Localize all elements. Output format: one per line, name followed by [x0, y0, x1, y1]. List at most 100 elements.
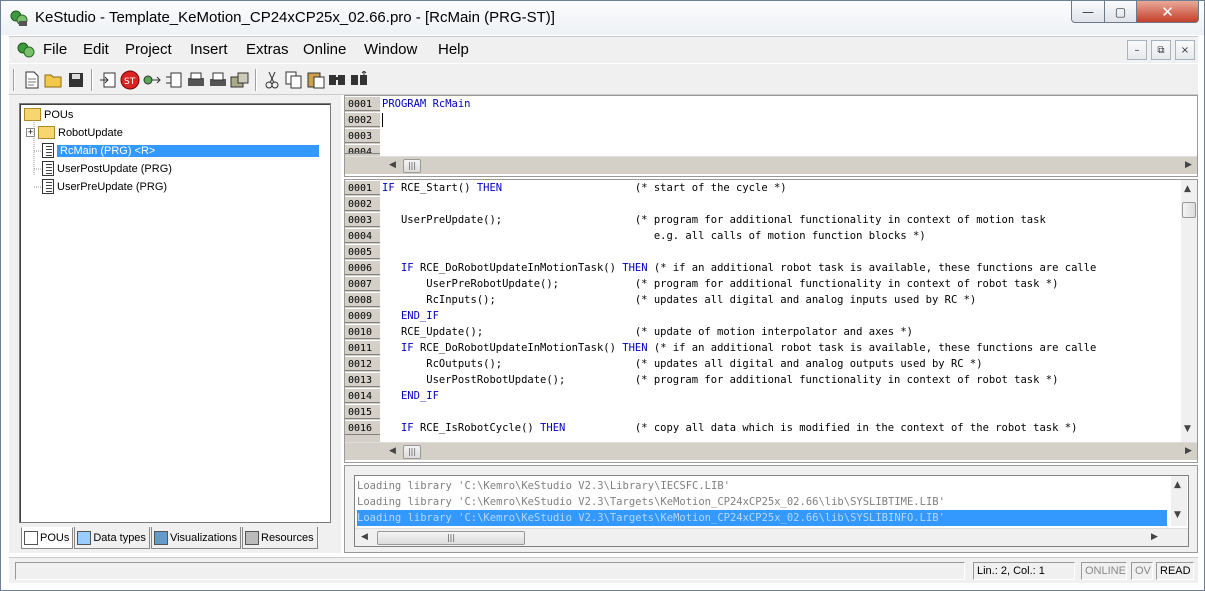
- scroll-left-arrow-icon[interactable]: ◀: [361, 532, 368, 542]
- find-icon[interactable]: [327, 69, 349, 91]
- mdi-restore-button[interactable]: ⧉: [1151, 40, 1171, 60]
- scroll-down-arrow-icon[interactable]: ▼: [1174, 510, 1181, 520]
- copy-icon[interactable]: [283, 69, 305, 91]
- line-number: 0009: [345, 308, 380, 323]
- tree-item-userpostupdate[interactable]: UserPostUpdate (PRG): [42, 160, 172, 177]
- line-number: 0012: [345, 356, 380, 371]
- main-window: KeStudio - Template_KeMotion_CP24xCP25x_…: [0, 0, 1205, 591]
- text-cursor: [382, 113, 383, 127]
- scroll-up-arrow-icon[interactable]: ▲: [1184, 184, 1191, 194]
- overwrite-indicator: OV: [1131, 562, 1153, 580]
- menu-online[interactable]: Online: [303, 41, 346, 58]
- code-line: IF RCE_DoRobotUpdateInMotionTask() THEN …: [400, 262, 1097, 274]
- line-number: 0005: [345, 244, 380, 259]
- tab-pous[interactable]: POUs: [21, 527, 74, 549]
- tree-item-userpreupdate[interactable]: UserPreUpdate (PRG): [42, 178, 167, 195]
- toolbar-separator: [91, 69, 93, 91]
- line-number: 0001: [345, 96, 380, 111]
- scroll-down-arrow-icon[interactable]: ▼: [1184, 424, 1191, 434]
- message-line-selected[interactable]: Loading library 'C:\Kemro\KeStudio V2.3\…: [357, 510, 1167, 526]
- menu-window[interactable]: Window: [364, 41, 417, 58]
- scroll-up-arrow-icon[interactable]: ▲: [1174, 480, 1181, 490]
- menu-insert[interactable]: Insert: [190, 41, 228, 58]
- paste-icon[interactable]: [305, 69, 327, 91]
- stop-icon[interactable]: ST: [119, 69, 141, 91]
- message-window: Loading library 'C:\Kemro\KeStudio V2.3\…: [344, 465, 1198, 553]
- cursor-position: Lin.: 2, Col.: 1: [973, 562, 1075, 580]
- scroll-right-arrow-icon[interactable]: ▶: [1185, 160, 1192, 170]
- scroll-thumb[interactable]: |||: [403, 445, 421, 459]
- mdi-minimize-button[interactable]: –: [1127, 40, 1147, 60]
- message-line[interactable]: Loading library 'C:\Kemro\KeStudio V2.3\…: [357, 478, 1167, 494]
- minimize-button[interactable]: —: [1071, 1, 1105, 23]
- scroll-thumb[interactable]: [1182, 202, 1196, 218]
- message-vscrollbar[interactable]: ▲ ▼: [1171, 476, 1187, 526]
- line-number: 0013: [345, 372, 380, 387]
- scroll-thumb[interactable]: |||: [377, 531, 525, 545]
- line-number: 0003: [345, 212, 380, 227]
- body-editor[interactable]: 0001 0002 0003 0004 0005 0006 0007 0008 …: [344, 179, 1198, 463]
- code-line: UserPreRobotUpdate(); (* program for add…: [382, 278, 1059, 290]
- tab-visualizations[interactable]: Visualizations: [150, 527, 241, 549]
- status-bar: Lin.: 2, Col.: 1 ONLINE OV READ: [9, 557, 1198, 583]
- body-vscrollbar[interactable]: ▲ ▼: [1181, 180, 1197, 442]
- document-app-icon[interactable]: [15, 40, 37, 60]
- message-line[interactable]: Loading library 'C:\Kemro\KeStudio V2.3\…: [357, 494, 1167, 510]
- line-number: 0004: [345, 144, 380, 154]
- scroll-right-arrow-icon[interactable]: ▶: [1185, 446, 1192, 456]
- print-preview-icon[interactable]: [207, 69, 229, 91]
- code-line: IF RCE_DoRobotUpdateInMotionTask() THEN …: [400, 342, 1097, 354]
- menu-file[interactable]: File: [43, 41, 67, 58]
- line-number: 0002: [345, 196, 380, 211]
- line-number-gutter: 0001 0002 0003 0004: [345, 96, 380, 156]
- menu-project[interactable]: Project: [125, 41, 172, 58]
- find-next-icon[interactable]: [349, 69, 371, 91]
- line-number: 0006: [345, 260, 380, 275]
- tree-item-label: RobotUpdate: [58, 126, 123, 139]
- menu-bar: File Edit Project Insert Extras Online W…: [9, 36, 1198, 63]
- message-list[interactable]: Loading library 'C:\Kemro\KeStudio V2.3\…: [354, 475, 1189, 547]
- scroll-right-arrow-icon[interactable]: ▶: [1151, 532, 1158, 542]
- window-title: KeStudio - Template_KeMotion_CP24xCP25x_…: [35, 9, 555, 26]
- code-area[interactable]: IF RCE_Start() THEN (* start of the cycl…: [382, 180, 1179, 442]
- line-number: 0003: [345, 128, 380, 143]
- scroll-left-arrow-icon[interactable]: ◀: [389, 160, 396, 170]
- scroll-left-arrow-icon[interactable]: ◀: [389, 446, 396, 456]
- message-hscrollbar[interactable]: ◀ ||| ▶: [355, 528, 1188, 546]
- print-icon[interactable]: [185, 69, 207, 91]
- tab-label: Resources: [261, 531, 314, 544]
- tab-data-types[interactable]: Data types: [74, 527, 150, 549]
- object-organizer: POUs + RobotUpdate RcMain (PRG) <R> User…: [9, 95, 341, 553]
- app-logo-icon: [10, 10, 28, 26]
- tree-item-rcmain[interactable]: RcMain (PRG) <R>: [42, 142, 319, 159]
- line-number: 0016: [345, 420, 380, 435]
- run-icon[interactable]: [141, 69, 163, 91]
- code-line: UserPostRobotUpdate(); (* program for ad…: [382, 374, 1059, 386]
- code-line: IF RCE_IsRobotCycle() THEN (* copy all d…: [400, 422, 1078, 434]
- body-hscrollbar[interactable]: ◀ ||| ▶: [345, 442, 1197, 460]
- declaration-hscrollbar[interactable]: ◀ ||| ▶: [345, 156, 1197, 174]
- step-icon[interactable]: [163, 69, 185, 91]
- mdi-close-button[interactable]: ×: [1175, 40, 1195, 60]
- svg-text:ST: ST: [124, 77, 136, 87]
- menu-extras[interactable]: Extras: [246, 41, 289, 58]
- maximize-button[interactable]: ▢: [1104, 1, 1137, 23]
- pou-tree[interactable]: POUs + RobotUpdate RcMain (PRG) <R> User…: [19, 103, 331, 523]
- menu-help[interactable]: Help: [438, 41, 469, 58]
- build-icon[interactable]: [229, 69, 251, 91]
- new-file-icon[interactable]: [21, 69, 43, 91]
- tab-label: Data types: [93, 531, 146, 544]
- scroll-thumb[interactable]: |||: [403, 159, 421, 173]
- cut-icon[interactable]: [261, 69, 283, 91]
- tab-label: Visualizations: [169, 531, 237, 544]
- save-icon[interactable]: [65, 69, 87, 91]
- close-button[interactable]: ✕: [1136, 1, 1199, 23]
- line-number: 0014: [345, 388, 380, 403]
- login-icon[interactable]: [97, 69, 119, 91]
- tab-resources[interactable]: Resources: [242, 527, 318, 549]
- code-line: END_IF: [400, 310, 439, 322]
- declaration-editor[interactable]: 0001 0002 0003 0004 PROGRAM RcMain ◀ |||…: [344, 95, 1198, 177]
- menu-edit[interactable]: Edit: [83, 41, 109, 58]
- open-folder-icon[interactable]: [43, 69, 65, 91]
- declaration-code[interactable]: PROGRAM RcMain: [382, 96, 471, 112]
